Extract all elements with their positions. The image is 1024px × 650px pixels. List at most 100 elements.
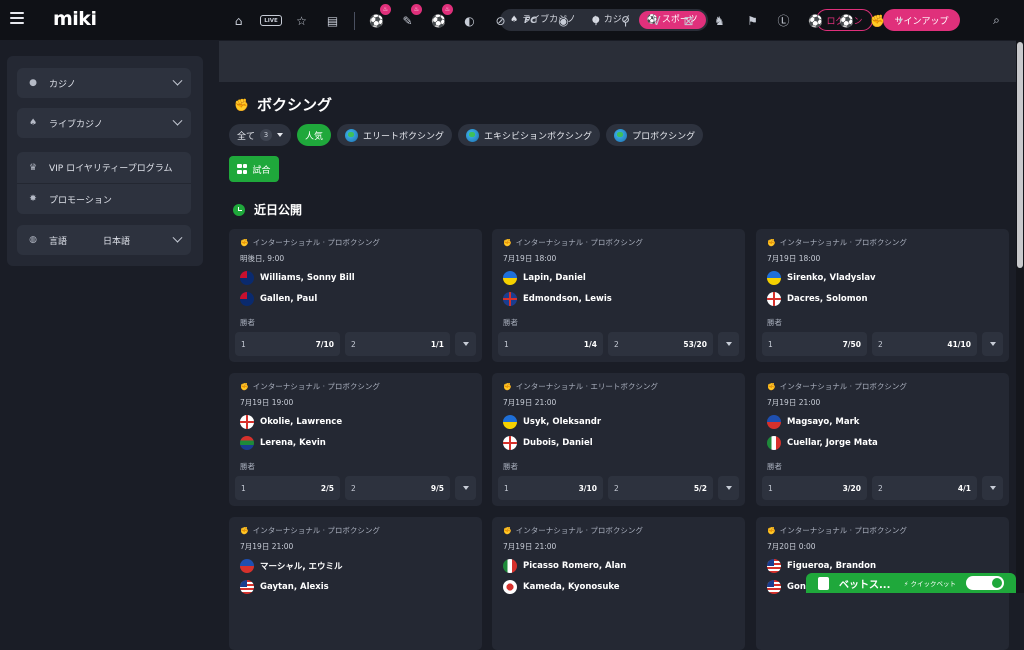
team-away[interactable]: Gaytan, Alexis [240, 580, 329, 594]
soccer-hot-2-icon[interactable]: ⚽ ♨ [430, 4, 453, 29]
boxing-icon[interactable]: ✊ [869, 12, 886, 29]
team-home[interactable]: Magsayo, Mark [767, 415, 859, 429]
valorant-icon[interactable]: V [648, 12, 665, 29]
filter-elite-boxing[interactable]: エリートボクシング [337, 124, 453, 146]
event-card[interactable]: ✊ インターナショナル · プロボクシング 7月19日 21:00 Picasso R… [492, 517, 745, 650]
racing-flag-icon[interactable]: ⚑ [744, 12, 761, 29]
team-away[interactable]: Cuellar, Jorge Mata [767, 436, 878, 450]
matches-view-button[interactable]: 試合 [229, 156, 279, 182]
team-away[interactable]: Lerena, Kevin [240, 436, 326, 450]
scrollbar-thumb[interactable] [1017, 42, 1023, 268]
odds-button-away[interactable]: 2 9/5 [345, 476, 450, 500]
odds-button-away[interactable]: 2 5/2 [608, 476, 713, 500]
volleyball-icon[interactable]: ◉ [555, 12, 572, 29]
star-icon[interactable]: ☆ [293, 12, 310, 29]
flag-us-icon [767, 580, 781, 594]
sidebar-item-live-casino[interactable]: ♠ ライブカジノ [17, 108, 191, 138]
team-away[interactable]: Gonz [767, 580, 811, 594]
soccer-hot-icon[interactable]: ⚽ ♨ [368, 4, 391, 29]
team-home[interactable]: Picasso Romero, Alan [503, 559, 626, 573]
event-card[interactable]: ✊ インターナショナル · プロボクシング 7月19日 21:00 Magsayo, … [756, 373, 1009, 506]
event-card[interactable]: ✊ インターナショナル · プロボクシング 7月19日 19:00 Okolie, L… [229, 373, 482, 506]
chevron-down-icon [277, 133, 284, 137]
flag-jp-icon [503, 580, 517, 594]
home-icon[interactable]: ⌂ [230, 12, 247, 29]
filter-pro-boxing[interactable]: プロボクシング [606, 124, 704, 146]
search-icon[interactable]: ⌕ [988, 12, 1005, 29]
tennis-icon[interactable]: ⊘ [492, 12, 509, 29]
team-away[interactable]: Gallen, Paul [240, 292, 317, 306]
basketball-icon[interactable]: ◐ [461, 12, 478, 29]
sports-bar [219, 41, 1016, 82]
filter-count-badge: 3 [260, 129, 273, 141]
soccer-alt-icon[interactable]: ⚽ [838, 12, 855, 29]
team-home[interactable]: Figueroa, Brandon [767, 559, 876, 573]
virtual-sports-icon[interactable]: ⚽ [807, 12, 824, 29]
betslip-panel[interactable]: ベットス... ⚡ クイックベット [806, 573, 1016, 593]
team-away[interactable]: Edmondson, Lewis [503, 292, 612, 306]
filter-all[interactable]: 全て 3 [229, 124, 292, 146]
scrollbar[interactable] [1016, 40, 1024, 593]
esports-fc-icon[interactable]: FC [522, 12, 539, 29]
sidebar-item-casino[interactable]: ● カジノ [17, 68, 191, 98]
team-away[interactable]: Dacres, Solomon [767, 292, 868, 306]
logo[interactable]: miki [53, 8, 97, 30]
cricket-icon[interactable]: ⌇ [587, 12, 604, 29]
more-markets-button[interactable] [982, 476, 1003, 500]
betslip-history-icon[interactable]: ▤ [324, 12, 341, 29]
event-card[interactable]: ✊ インターナショナル · プロボクシング 明後日, 9:00 Williams, S… [229, 229, 482, 362]
odds-button-home[interactable]: 1 3/10 [498, 476, 603, 500]
filter-popular[interactable]: 人気 [297, 124, 332, 146]
team-home[interactable]: Williams, Sonny Bill [240, 271, 355, 285]
menu-icon[interactable] [10, 12, 24, 24]
event-card[interactable]: ✊ インターナショナル · プロボクシング 7月19日 18:00 Lapin, Da… [492, 229, 745, 362]
team-away[interactable]: Kameda, Kyonosuke [503, 580, 620, 594]
event-card[interactable]: ✊ インターナショナル · プロボクシング 7月19日 18:00 Sirenko, … [756, 229, 1009, 362]
lol-icon[interactable]: Ⓛ [775, 12, 792, 29]
boxing-icon: ✊ [240, 526, 249, 535]
team-away[interactable]: Dubois, Daniel [503, 436, 593, 450]
odds-button-home[interactable]: 1 1/4 [498, 332, 603, 356]
market-label: 勝者 [503, 318, 518, 327]
live-icon[interactable]: LIVE [260, 15, 282, 26]
language-selector[interactable]: ◍ 言語 日本語 [17, 225, 191, 255]
more-sports-chevron-icon[interactable]: ▾ [892, 12, 909, 29]
more-markets-button[interactable] [982, 332, 1003, 356]
team-home[interactable]: Sirenko, Vladyslav [767, 271, 876, 285]
team-home[interactable]: Usyk, Oleksandr [503, 415, 601, 429]
betslip-icon [818, 576, 829, 590]
sidebar-item-promotion[interactable]: ✸ プロモーション [17, 183, 191, 214]
event-card[interactable]: ✊ インターナショナル · エリートボクシング 7月19日 21:00 Usyk, O… [492, 373, 745, 506]
odds-button-home[interactable]: 1 3/20 [762, 476, 867, 500]
flag-ph-icon [240, 559, 254, 573]
filter-exhibition-boxing[interactable]: エキシビションボクシング [458, 124, 601, 146]
globe-icon [614, 128, 628, 142]
promotion-icon: ✸ [29, 194, 37, 204]
page-title: ✊ ボクシング [234, 96, 332, 114]
more-markets-button[interactable] [718, 332, 739, 356]
hockey-icon[interactable]: ⚲ [617, 12, 634, 29]
quick-bet-toggle[interactable] [966, 576, 1004, 590]
odds-button-home[interactable]: 1 7/10 [235, 332, 340, 356]
odds-button-away[interactable]: 2 41/10 [872, 332, 977, 356]
dota-icon[interactable]: ⊠ [680, 12, 697, 29]
flag-nz-icon [240, 271, 254, 285]
team-home[interactable]: マーシャル, エウミル [240, 559, 343, 573]
boxing-icon: ✊ [240, 238, 249, 247]
odds-button-home[interactable]: 1 7/50 [762, 332, 867, 356]
more-markets-button[interactable] [718, 476, 739, 500]
odds-button-away[interactable]: 2 4/1 [872, 476, 977, 500]
event-card[interactable]: ✊ インターナショナル · プロボクシング 7月19日 21:00 マーシャル, エウ… [229, 517, 482, 650]
flag-mx-icon [503, 559, 517, 573]
event-league: ✊ インターナショナル · プロボクシング [240, 382, 380, 391]
odds-button-away[interactable]: 2 1/1 [345, 332, 450, 356]
odds-button-home[interactable]: 1 2/5 [235, 476, 340, 500]
team-home[interactable]: Lapin, Daniel [503, 271, 586, 285]
sidebar-item-vip[interactable]: ♛ VIP ロイヤリティープログラム [17, 152, 191, 183]
chess-icon[interactable]: ♞ [711, 12, 728, 29]
tennis-hot-icon[interactable]: ✎ ♨ [399, 4, 422, 29]
more-markets-button[interactable] [455, 332, 476, 356]
more-markets-button[interactable] [455, 476, 476, 500]
odds-button-away[interactable]: 2 53/20 [608, 332, 713, 356]
team-home[interactable]: Okolie, Lawrence [240, 415, 342, 429]
